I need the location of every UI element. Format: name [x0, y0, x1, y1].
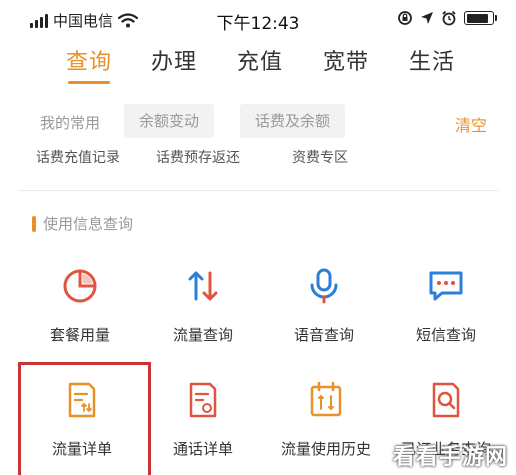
tab-recharge[interactable]: 充值 — [237, 44, 283, 76]
grid-item-label: 流量查询 — [172, 326, 233, 344]
grid-item-label: 语音查询 — [293, 326, 354, 344]
section-title: 使用信息查询 — [32, 213, 133, 234]
orientation-lock-icon — [398, 11, 412, 25]
partial-shortcut-row: 话费充值记录 话费预存返还 资费专区 — [0, 143, 516, 165]
pie-chart-icon — [56, 262, 104, 310]
site-watermark: 看看手游网 — [392, 445, 508, 470]
grid-item-voice-query[interactable]: 语音查询 — [264, 262, 384, 345]
status-right — [397, 10, 497, 26]
frequent-row: 我的常用 余额变动 话费及余额 清空 — [0, 102, 516, 140]
shortcut-recharge-record[interactable]: 话费充值记录 — [36, 147, 120, 165]
grid-item-label: 短信查询 — [415, 326, 476, 344]
grid-item-package-usage[interactable]: 套餐用量 — [20, 262, 140, 345]
call-bill-icon — [179, 376, 227, 424]
grid-item-label: 套餐用量 — [49, 326, 110, 344]
tab-broadband[interactable]: 宽带 — [323, 44, 369, 76]
chip-fee-and-balance[interactable]: 话费及余额 — [240, 104, 346, 138]
frequent-label: 我的常用 — [40, 114, 101, 132]
active-tab-indicator — [68, 81, 110, 84]
shortcut-tariff-zone[interactable]: 资费专区 — [292, 147, 348, 165]
grid-item-data-query[interactable]: 流量查询 — [143, 262, 263, 345]
grid-item-sms-query[interactable]: 短信查询 — [386, 262, 506, 345]
grid-item-data-history[interactable]: 流量使用历史 — [266, 376, 386, 459]
microphone-icon — [300, 262, 348, 310]
location-icon — [421, 12, 433, 24]
shortcut-prepay-refund[interactable]: 话费预存返还 — [156, 147, 240, 165]
chip-balance-change[interactable]: 余额变动 — [124, 104, 215, 138]
status-bar: 中国电信 下午12:43 — [0, 0, 516, 40]
tab-life[interactable]: 生活 — [409, 44, 455, 76]
highlight-annotation-box — [18, 362, 151, 475]
alarm-icon — [442, 10, 456, 26]
section-accent-bar — [32, 215, 36, 232]
divider — [18, 190, 498, 191]
battery-icon — [464, 11, 497, 25]
clear-button[interactable]: 清空 — [455, 112, 487, 136]
data-transfer-icon — [179, 262, 227, 310]
grid-item-label: 通话详单 — [172, 440, 233, 458]
grid-item-call-bill[interactable]: 通话详单 — [143, 376, 263, 459]
grid-item-label: 流量使用历史 — [280, 440, 371, 458]
tab-handle[interactable]: 办理 — [151, 44, 197, 76]
subscribed-service-icon — [422, 376, 470, 424]
category-tabs: 查询 办理 充值 宽带 生活 — [0, 44, 516, 86]
section-title-text: 使用信息查询 — [43, 215, 134, 233]
tab-query[interactable]: 查询 — [66, 44, 112, 76]
message-icon — [422, 262, 470, 310]
calendar-history-icon — [302, 376, 350, 424]
